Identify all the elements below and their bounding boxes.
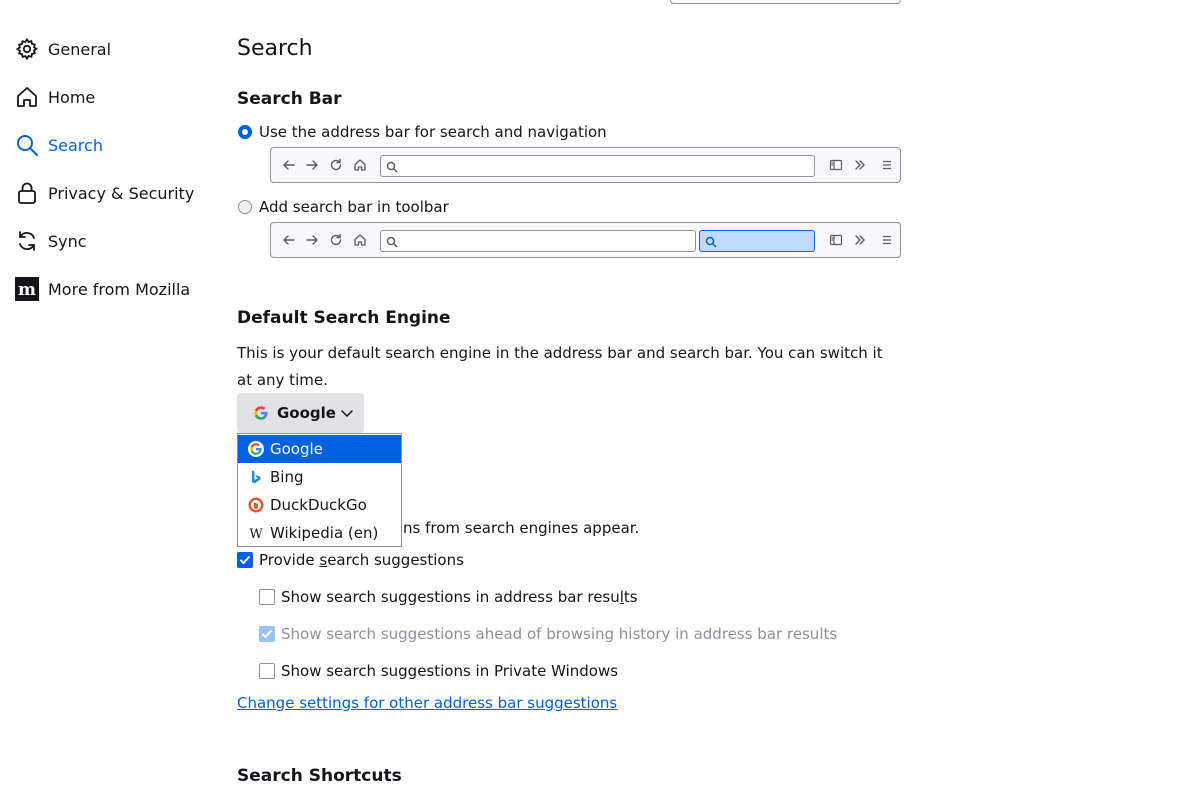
engine-option-wikipedia[interactable]: W Wikipedia (en): [238, 519, 401, 547]
wikipedia-icon: W: [248, 525, 264, 541]
sidebar-toggle-icon: [828, 157, 844, 173]
engine-option-duckduckgo[interactable]: DuckDuckGo: [238, 491, 401, 519]
home-icon: [14, 84, 40, 110]
sidebar-item-label: Sync: [48, 231, 87, 251]
toolbar-search-radio[interactable]: [238, 200, 252, 214]
provide-suggestions-label[interactable]: Provide search suggestions: [259, 551, 464, 569]
private-suggestions-label[interactable]: Show search suggestions in Private Windo…: [281, 662, 618, 680]
overflow-icon: [852, 157, 868, 173]
google-icon: [248, 441, 264, 457]
default-engine-value: Google: [277, 404, 336, 422]
engine-option-label: DuckDuckGo: [270, 496, 367, 514]
forward-icon: [304, 157, 320, 173]
search-shortcuts-heading: Search Shortcuts: [237, 766, 402, 786]
top-partial-field: [670, 0, 901, 4]
chevron-down-icon: [340, 406, 354, 420]
sidebar-item-label: Home: [48, 87, 96, 107]
suggestions-description: ns from search engines appear.: [403, 519, 640, 537]
suggestions-ahead-label: Show search suggestions ahead of browsin…: [281, 625, 838, 643]
toolbar-search-radio-label[interactable]: Add search bar in toolbar: [259, 198, 449, 216]
default-engine-dropdown[interactable]: Google: [237, 393, 364, 433]
reload-icon: [328, 157, 344, 173]
sidebar-item-label: More from Mozilla: [48, 279, 191, 299]
sidebar-item-label: Search: [48, 135, 103, 155]
search-bar-heading: Search Bar: [237, 89, 342, 109]
engine-option-google[interactable]: Google: [238, 435, 401, 463]
search-icon: [14, 132, 40, 158]
private-suggestions-checkbox[interactable]: [259, 663, 275, 679]
home-icon: [352, 157, 368, 173]
duckduckgo-icon: [248, 497, 264, 513]
home-icon: [352, 232, 368, 248]
lock-icon: [14, 180, 40, 206]
google-icon: [253, 405, 269, 421]
address-bar-suggestions-label[interactable]: Show search suggestions in address bar r…: [281, 588, 638, 606]
engine-option-label: Wikipedia (en): [270, 524, 379, 542]
back-icon: [281, 157, 297, 173]
search-icon: [386, 159, 398, 177]
sidebar-item-home[interactable]: Home: [14, 81, 95, 113]
search-icon: [386, 234, 398, 252]
back-icon: [281, 232, 297, 248]
provide-suggestions-checkbox[interactable]: [237, 552, 253, 568]
sidebar-item-search[interactable]: Search: [14, 129, 103, 161]
sidebar-toggle-icon: [828, 232, 844, 248]
search-bar-preview: [699, 230, 815, 252]
toolbar-preview-searchbar: [270, 222, 901, 258]
engine-dropdown-menu: Google Bing DuckDuckGo W Wikipedia (en): [237, 433, 402, 547]
sidebar-item-privacy[interactable]: Privacy & Security: [14, 177, 194, 209]
engine-option-label: Bing: [270, 468, 304, 486]
suggestions-ahead-checkbox: [259, 626, 275, 642]
svg-text:W: W: [249, 527, 263, 541]
sidebar-item-label: Privacy & Security: [48, 183, 195, 203]
page-title: Search: [237, 36, 313, 61]
mozilla-icon: m: [14, 276, 40, 302]
reload-icon: [328, 232, 344, 248]
bing-icon: [248, 469, 264, 485]
address-bar-suggestions-checkbox[interactable]: [259, 589, 275, 605]
svg-text:m: m: [18, 280, 36, 300]
sidebar-item-sync[interactable]: Sync: [14, 225, 87, 257]
default-engine-heading: Default Search Engine: [237, 308, 451, 328]
search-icon: [705, 234, 717, 252]
url-bar-preview: [380, 155, 815, 177]
sidebar-item-general[interactable]: General: [14, 33, 111, 65]
forward-icon: [304, 232, 320, 248]
toolbar-preview-address: [270, 147, 901, 183]
gear-icon: [14, 36, 40, 62]
overflow-icon: [852, 232, 868, 248]
sync-icon: [14, 228, 40, 254]
default-engine-description: This is your default search engine in th…: [237, 344, 883, 389]
url-bar-preview: [380, 230, 696, 252]
engine-option-label: Google: [270, 440, 323, 458]
address-bar-radio[interactable]: [238, 125, 252, 139]
menu-icon: [879, 157, 895, 173]
sidebar-item-mozilla[interactable]: m More from Mozilla: [14, 273, 190, 305]
address-bar-settings-link[interactable]: Change settings for other address bar su…: [237, 694, 617, 712]
address-bar-radio-label[interactable]: Use the address bar for search and navig…: [259, 123, 607, 141]
menu-icon: [879, 232, 895, 248]
engine-option-bing[interactable]: Bing: [238, 463, 401, 491]
sidebar-item-label: General: [48, 39, 112, 59]
